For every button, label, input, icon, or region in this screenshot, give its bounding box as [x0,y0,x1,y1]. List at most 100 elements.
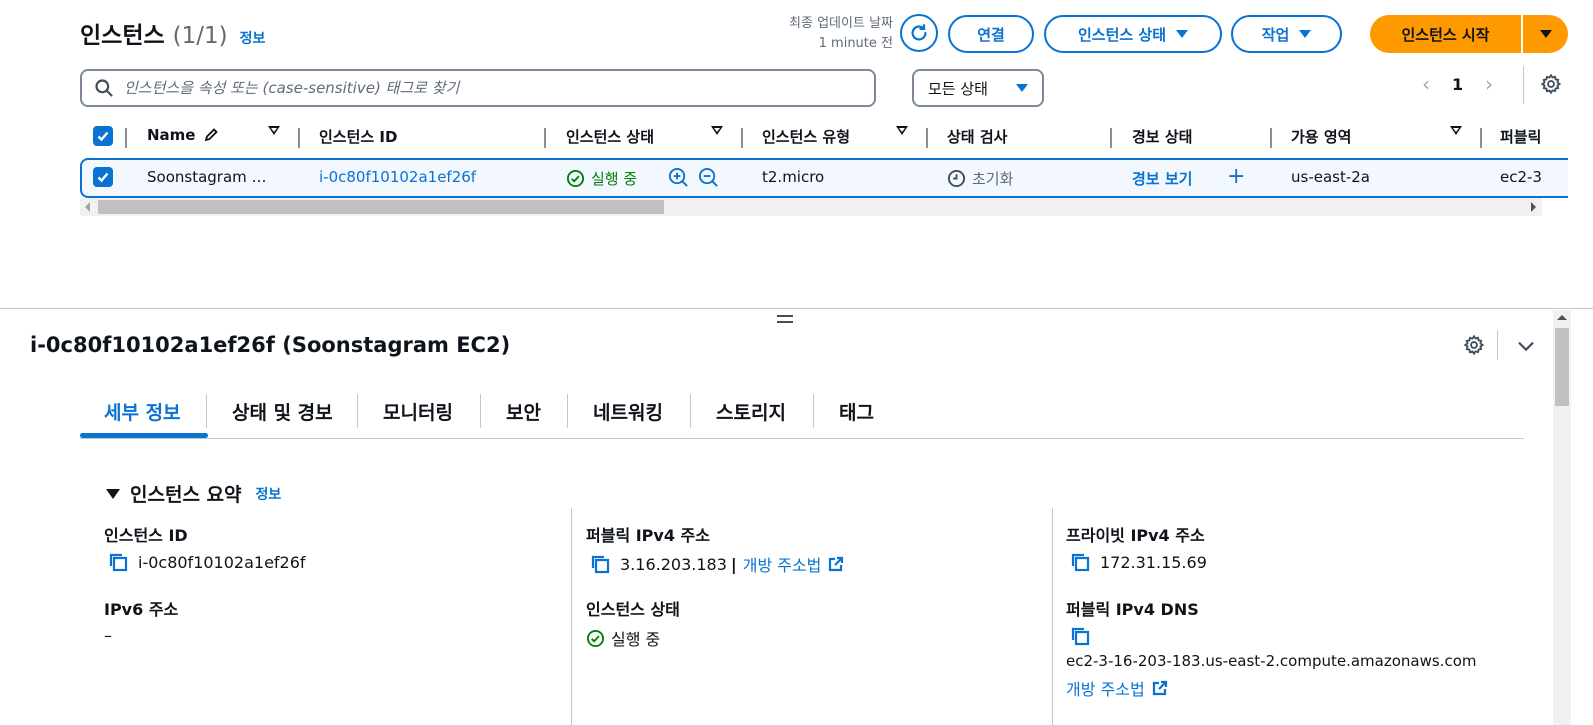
field-label: 인스턴스 상태 [586,600,680,619]
column-header-alarm-status[interactable]: 경보 상태 [1132,126,1192,147]
last-update: 최종 업데이트 날짜 1 minute 전 [789,14,893,54]
launch-instance-button[interactable]: 인스턴스 시작 [1370,15,1521,53]
external-link-icon[interactable] [827,555,845,573]
connect-button-label: 연결 [977,25,1005,44]
sort-icon[interactable] [711,126,723,135]
zoom-out-button[interactable] [698,167,719,188]
column-header-label: 경보 상태 [1132,128,1193,146]
field-ipv6: IPv6 주소 – [104,596,178,645]
column-header-instance-state[interactable]: 인스턴스 상태 [566,126,654,147]
state-filter-select[interactable]: 모든 상태 [912,69,1044,107]
field-value: – [104,626,112,645]
actions-button[interactable]: 작업 [1231,15,1342,53]
open-address-link[interactable]: 개방 주소법 [743,552,822,576]
open-address-link[interactable]: 개방 주소법 [1066,676,1145,700]
column-header-public[interactable]: 퍼블릭 [1500,126,1541,147]
column-divider [571,508,572,725]
search-input[interactable] [124,79,864,97]
tab-separator [480,394,481,428]
instance-state-button[interactable]: 인스턴스 상태 [1044,15,1222,53]
column-header-instance-type[interactable]: 인스턴스 유형 [762,126,850,147]
page-header: 인스턴스 (1/1) 정보 [80,16,265,50]
instances-panel: 인스턴스 (1/1) 정보 최종 업데이트 날짜 1 minute 전 연결 인… [0,0,1593,308]
table-row[interactable]: Soonstagram … i-0c80f10102a1ef26f 실행 중 t… [80,158,1568,198]
scroll-right-icon[interactable] [1531,202,1536,212]
instance-count: (1/1) [172,23,228,49]
caret-down-icon [1539,30,1552,38]
field-label: 퍼블릭 IPv4 DNS [1066,600,1199,619]
cell-availability-zone: us-east-2a [1291,168,1370,186]
cell-instance-state: 실행 중 [566,168,637,189]
table-settings-button[interactable] [1540,73,1562,99]
instance-summary-header[interactable]: 인스턴스 요약 정보 [106,480,281,507]
cell-instance-id-link[interactable]: i-0c80f10102a1ef26f [319,168,476,186]
view-alarms-link[interactable]: 경보 보기 [1132,168,1192,189]
refresh-icon [911,24,927,41]
column-header-status-check[interactable]: 상태 검사 [947,126,1007,147]
tab-security[interactable]: 보안 [506,398,541,425]
check-circle-icon [566,169,585,188]
field-public-ipv4: 퍼블릭 IPv4 주소 3.16.203.183 | 개방 주소법 [586,522,845,576]
page-number[interactable]: 1 [1452,75,1463,94]
search-box [80,69,876,107]
copy-icon[interactable] [1070,552,1090,572]
field-instance-state: 인스턴스 상태 실행 중 [586,596,680,650]
column-header-instance-id[interactable]: 인스턴스 ID [319,126,397,147]
row-checkbox[interactable] [93,167,113,187]
copy-icon[interactable] [590,554,610,574]
last-update-label: 최종 업데이트 날짜 [789,16,893,31]
resize-handle-icon[interactable] [777,315,793,325]
tab-separator [357,394,358,428]
column-divider [1052,508,1053,725]
launch-instance-button-label: 인스턴스 시작 [1401,25,1490,44]
caret-down-icon [1176,30,1189,38]
column-header-label: 인스턴스 상태 [566,128,655,146]
tab-storage[interactable]: 스토리지 [716,398,786,425]
field-value: i-0c80f10102a1ef26f [138,552,306,572]
select-all-checkbox[interactable] [93,126,113,146]
column-header-label: Name [147,126,196,144]
sort-icon[interactable] [896,126,908,135]
column-header-name[interactable]: Name [147,126,219,144]
tab-status-alarms[interactable]: 상태 및 경보 [232,398,333,425]
last-update-value: 1 minute 전 [818,36,893,51]
instance-state-button-label: 인스턴스 상태 [1077,25,1167,44]
cell-name[interactable]: Soonstagram … [147,168,267,186]
collapse-detail-button[interactable] [1515,335,1537,361]
tab-monitoring[interactable]: 모니터링 [383,398,453,425]
section-info-link[interactable]: 정보 [256,484,282,504]
vertical-scrollbar[interactable] [1553,310,1571,725]
connect-button[interactable]: 연결 [948,15,1034,53]
tab-networking[interactable]: 네트워킹 [593,398,663,425]
tab-separator [813,394,814,428]
info-link[interactable]: 정보 [240,28,266,48]
pencil-icon [205,128,219,142]
copy-icon[interactable] [1070,626,1090,646]
tab-tags[interactable]: 태그 [839,398,874,425]
horizontal-scrollbar-thumb[interactable] [98,200,664,214]
field-label: 프라이빗 IPv4 주소 [1066,526,1205,545]
copy-icon[interactable] [108,552,128,572]
column-separator [1480,128,1482,148]
column-separator [298,128,300,148]
column-header-availability-zone[interactable]: 가용 영역 [1291,126,1351,147]
sort-icon[interactable] [268,126,280,135]
sort-icon[interactable] [1450,126,1462,135]
caret-down-icon [1299,30,1312,38]
next-page-button[interactable]: › [1485,72,1493,96]
refresh-button[interactable] [900,14,938,52]
horizontal-scrollbar[interactable] [80,198,1542,216]
external-link-icon[interactable] [1151,679,1169,697]
zoom-in-button[interactable] [668,167,689,188]
field-value: ec2-3-16-203-183.us-east-2.compute.amazo… [1066,652,1477,670]
field-value: 실행 중 [611,630,661,649]
scroll-left-icon[interactable] [85,202,90,212]
tab-details[interactable]: 세부 정보 [104,398,181,425]
detail-settings-button[interactable] [1463,334,1485,360]
launch-instance-dropdown-button[interactable] [1523,15,1568,53]
prev-page-button[interactable]: ‹ [1422,72,1430,96]
add-alarm-button[interactable]: + [1227,164,1245,189]
vertical-scrollbar-thumb[interactable] [1555,328,1569,406]
cell-status-check-label: 초기화 [972,170,1014,188]
scroll-up-icon[interactable] [1557,315,1567,320]
